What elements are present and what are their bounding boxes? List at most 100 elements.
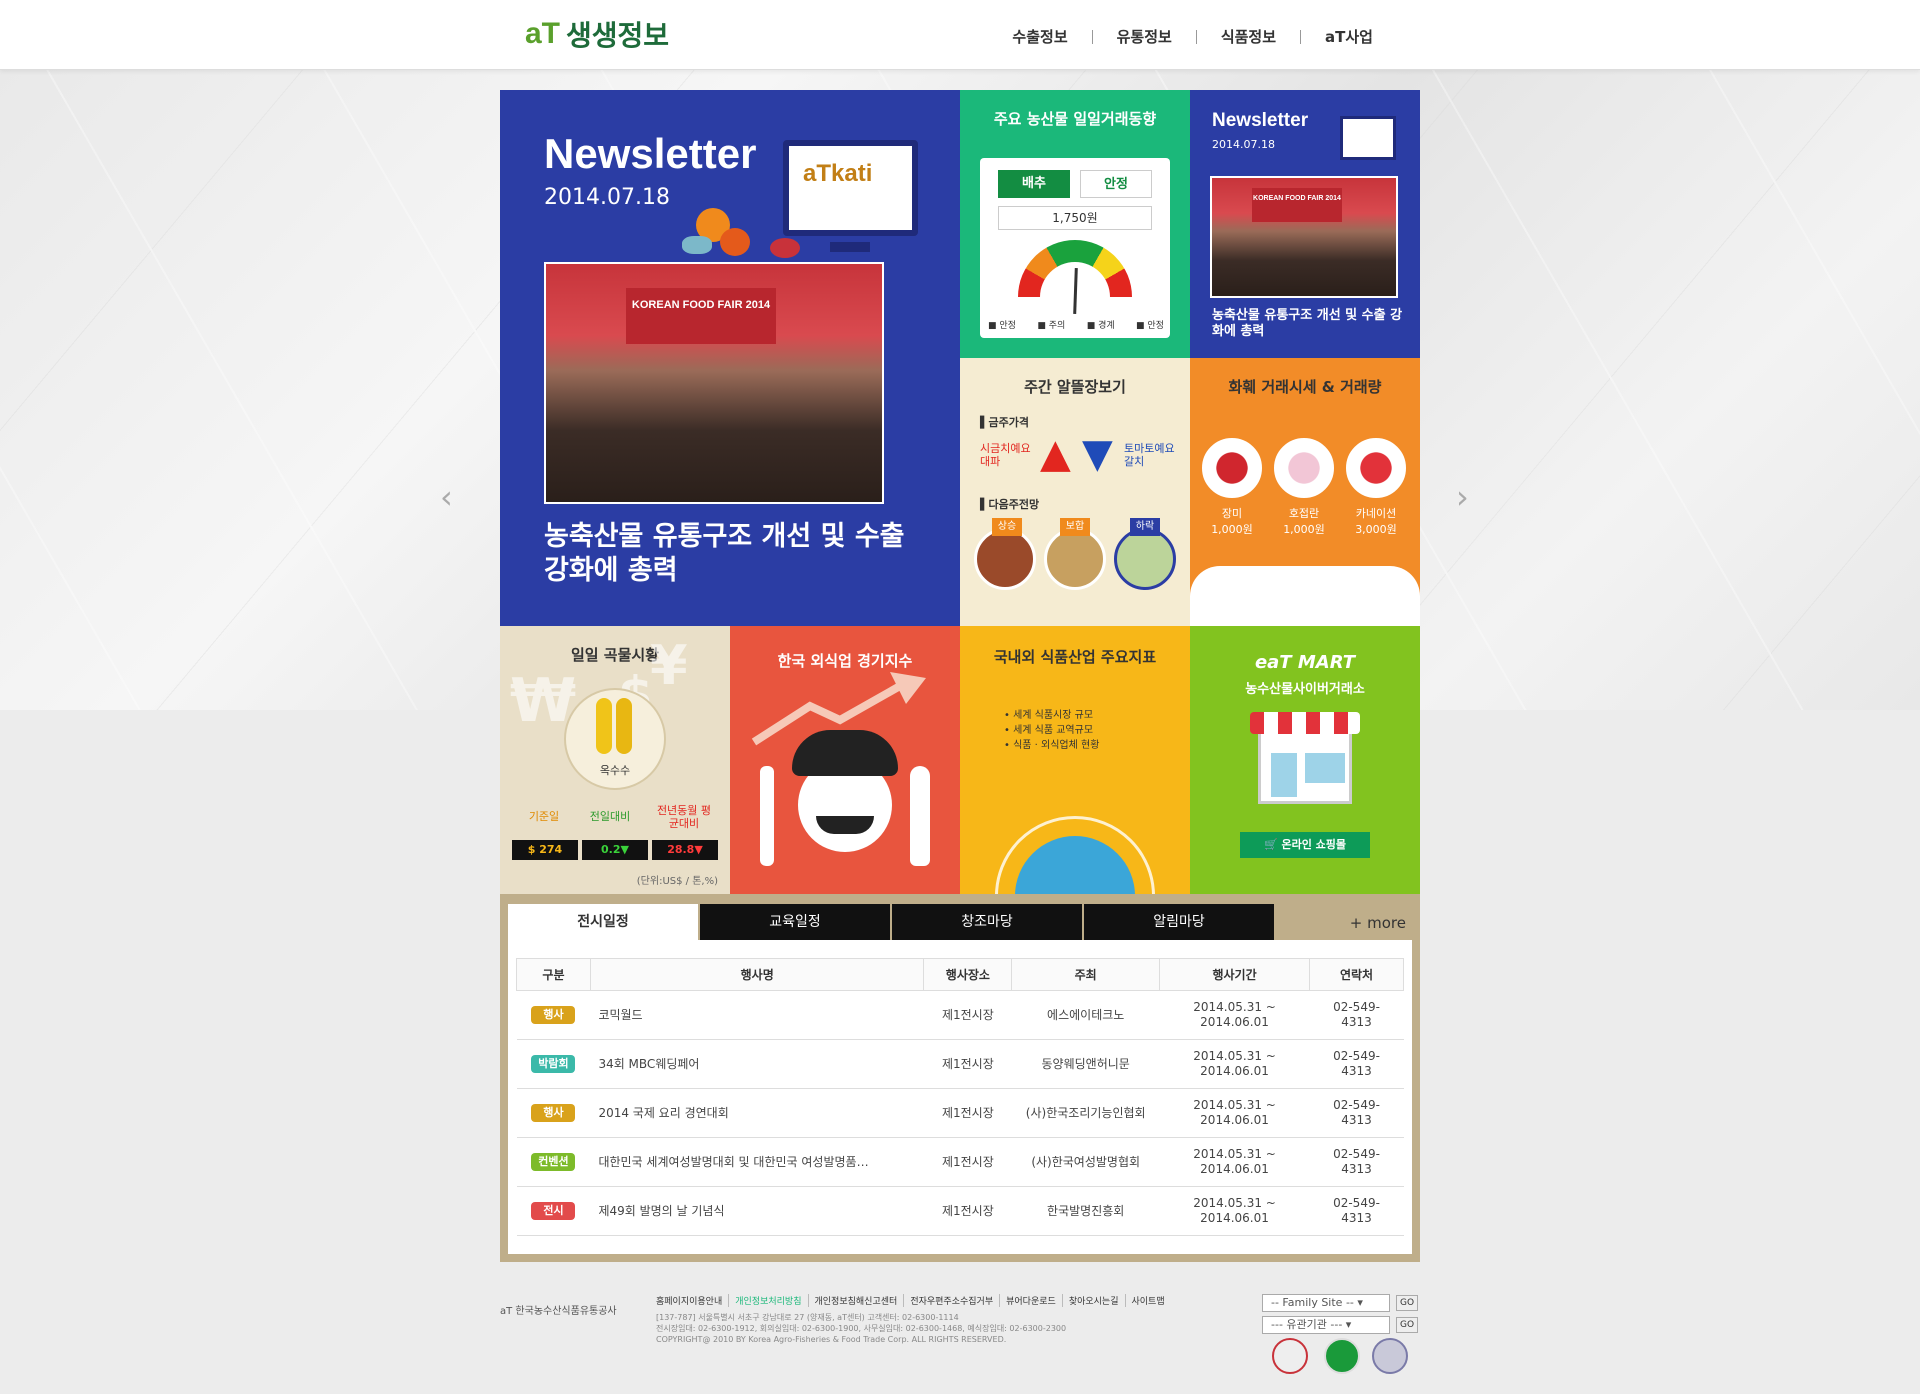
cell-contact: 02-549-4313 [1309,990,1404,1040]
forecast-item-3 [1114,528,1176,590]
eat-mart-tile[interactable]: eaT MART 농수산물사이버거래소 🛒 온라인 쇼핑몰 [1190,626,1420,894]
tab-education[interactable]: 교육일정 [700,904,890,940]
grain-value-base: $ 274 [512,840,578,860]
prev-arrow-icon[interactable]: ‹ [440,478,453,516]
grain-value-prev: 0.2▼ [582,840,648,860]
nav-export[interactable]: 수출정보 [988,30,1091,45]
tab-stable[interactable]: 안정 [1080,170,1152,198]
legend-alert: ■ 경계 [1086,321,1115,331]
cell-venue: 제1전시장 [923,1039,1012,1089]
shop-icon [1258,724,1352,804]
flower-tile[interactable]: 화훼 거래시세 & 거래량 장미 1,000원 호접란 1,000원 카네이션 3,0… [1190,358,1420,626]
spoon-icon [910,766,930,866]
cell-name[interactable]: 제49회 발명의 날 기념식 [590,1186,924,1236]
cell-period: 2014.05.31 ~ 2014.06.01 [1159,1186,1310,1236]
tab-creation[interactable]: 창조마당 [892,904,1082,940]
footer-link-viewer[interactable]: 뷰어다운로드 [999,1294,1062,1307]
newsletter-small-photo: KOREAN FOOD FAIR 2014 [1210,176,1398,298]
pumpkin-icon [720,228,750,256]
footer-link-report[interactable]: 개인정보침해신고센터 [807,1294,904,1307]
tab-cabbage[interactable]: 배추 [998,170,1070,198]
table-row[interactable]: 박람회 34회 MBC웨딩페어 제1전시장 동양웨딩앤허니문 2014.05.31 ~ … [516,1039,1404,1089]
shop-awning [1250,712,1360,734]
corn-icon-2 [616,698,632,754]
newsletter-small-tile[interactable]: Newsletter 2014.07.18 KOREAN FOOD FAIR 2… [1190,90,1420,358]
newsletter-title: Newsletter [544,130,757,177]
monitor-stand [830,242,870,252]
family-site-go-button[interactable]: GO [1396,1295,1418,1311]
tab-notice[interactable]: 알림마당 [1084,904,1274,940]
footer-link-guide[interactable]: 홈페이지이용안내 [656,1294,728,1307]
newsletter-small-headline[interactable]: 농축산물 유통구조 개선 및 수출 강화에 총력 [1212,308,1404,340]
nav-at-business[interactable]: aT사업 [1300,30,1397,45]
cell-name[interactable]: 대한민국 세계여성발명대회 및 대한민국 여성발명품… [590,1137,924,1187]
col-period: 행사기간 [1159,958,1310,991]
cell-venue: 제1전시장 [923,1137,1012,1187]
footer-link-email[interactable]: 전자우편주소수집거부 [903,1294,999,1307]
cloud-decoration [1190,566,1420,626]
weekly-shopping-tile[interactable]: 주간 알뜰장보기 ▌금주가격 시금치예요 대파 ▲ ▼ 토마토예요 갈치 ▌다음… [960,358,1190,626]
cell-period: 2014.05.31 ~ 2014.06.01 [1159,1088,1310,1138]
forecast-label: ▌다음주전망 [980,498,1040,511]
cell-period: 2014.05.31 ~ 2014.06.01 [1159,1137,1310,1187]
table-row[interactable]: 행사 2014 국제 요리 경연대회 제1전시장 (사)한국조리기능인협회 2014.0… [516,1088,1404,1138]
logo[interactable]: aT 생생정보 [525,14,669,54]
up-item: 시금치예요 대파 [980,442,1031,468]
cell-name[interactable]: 34회 MBC웨딩페어 [590,1039,924,1089]
monitor-icon: aTkati [783,140,918,236]
footer-link-privacy[interactable]: 개인정보처리방침 [728,1294,807,1307]
flower-item-rose: 장미 1,000원 [1211,507,1253,536]
food-industry-tile[interactable]: 국내외 식품산업 주요지표 • 세계 식품시장 규모 • 세계 식품 교역규모 … [960,626,1190,894]
event-type-badge: 전시 [531,1202,576,1220]
mart-subtitle: 농수산물사이버거래소 [1245,682,1365,697]
grain-unit: (단위:US$ / 톤,%) [636,876,718,887]
cell-host: (사)한국여성발명협회 [1011,1137,1160,1187]
nav-distribution[interactable]: 유통정보 [1091,30,1196,45]
restaurant-index-tile[interactable]: 한국 외식업 경기지수 [730,626,960,894]
newsletter-photo[interactable]: KOREAN FOOD FAIR 2014 [544,262,884,504]
online-shop-button[interactable]: 🛒 온라인 쇼핑몰 [1240,832,1370,858]
table-row[interactable]: 행사 코믹월드 제1전시장 에스에이테크노 2014.05.31 ~ 2014.06.0… [516,990,1404,1040]
nav-food[interactable]: 식품정보 [1195,30,1300,45]
related-org-go-button[interactable]: GO [1396,1317,1418,1333]
info-tabs: 전시일정 교육일정 창조마당 알림마당 [508,904,1276,940]
corn-circle: 옥수수 [564,688,666,790]
table-row[interactable]: 전시 제49회 발명의 날 기념식 제1전시장 한국발명진흥회 2014.05.31 ~… [516,1186,1404,1236]
cell-name[interactable]: 2014 국제 요리 경연대회 [590,1088,924,1138]
event-type-badge: 컨벤션 [531,1153,576,1171]
cell-host: 에스에이테크노 [1011,990,1160,1040]
footer-links: 홈페이지이용안내 개인정보처리방침 개인정보침해신고센터 전자우편주소수집거부 … [656,1294,1171,1307]
newsletter-headline[interactable]: 농축산물 유통구조 개선 및 수출 강화에 총력 [544,520,924,588]
cell-venue: 제1전시장 [923,1186,1012,1236]
gauge-legend: ■ 안정 ■ 주의 ■ 경계 ■ 안정 [988,318,1164,331]
table-row[interactable]: 컨벤션 대한민국 세계여성발명대회 및 대한민국 여성발명품… 제1전시장 (사)한국… [516,1137,1404,1187]
col-host: 주최 [1011,958,1161,991]
trade-tile[interactable]: 주요 농산물 일일거래동향 배추 안정 1,750원 ■ 안정 ■ 주의 ■ 경… [960,90,1190,358]
grain-label-base: 기준일 [528,810,560,823]
rose-icon [1202,438,1262,498]
trade-price: 1,750원 [998,206,1152,230]
trade-title: 주요 농산물 일일거래동향 [993,110,1157,128]
cell-venue: 제1전시장 [923,1088,1012,1138]
fish-icon [682,236,712,254]
table-body: 행사 코믹월드 제1전시장 에스에이테크노 2014.05.31 ~ 2014.06.0… [516,990,1404,1236]
next-arrow-icon[interactable]: › [1456,478,1469,516]
newsletter-main-tile[interactable]: Newsletter 2014.07.18 aTkati KOREAN FOOD… [500,90,960,626]
footer-link-location[interactable]: 찾아오시는길 [1061,1294,1125,1307]
legend-stable-2: ■ 안정 [1136,321,1164,331]
grain-tile[interactable]: 일일 곡물시황 ₩ ¥ $ 옥수수 기준일 전일대비 전년동월 평균대비 $ 2… [500,626,730,894]
cell-name[interactable]: 코믹월드 [590,990,924,1040]
flower-item-carnation: 카네이션 3,000원 [1355,507,1397,536]
tab-exhibition[interactable]: 전시일정 [508,904,698,940]
yen-symbol-icon: ¥ [650,634,688,697]
cell-contact: 02-549-4313 [1309,1088,1404,1138]
web-accessibility-badge-icon [1272,1338,1308,1374]
cell-host: (사)한국조리기능인협회 [1011,1088,1160,1138]
flower-item-orchid: 호접란 1,000원 [1283,507,1325,536]
cell-badge: 행사 [516,1088,591,1138]
header: aT 생생정보 수출정보 유통정보 식품정보 aT사업 [0,0,1920,70]
footer-link-sitemap[interactable]: 사이트맵 [1124,1294,1171,1307]
related-org-select[interactable]: --- 유관기관 --- ▾ [1262,1316,1390,1334]
family-site-select[interactable]: -- Family Site -- ▾ [1262,1294,1390,1312]
more-link[interactable]: + more [1350,914,1406,932]
